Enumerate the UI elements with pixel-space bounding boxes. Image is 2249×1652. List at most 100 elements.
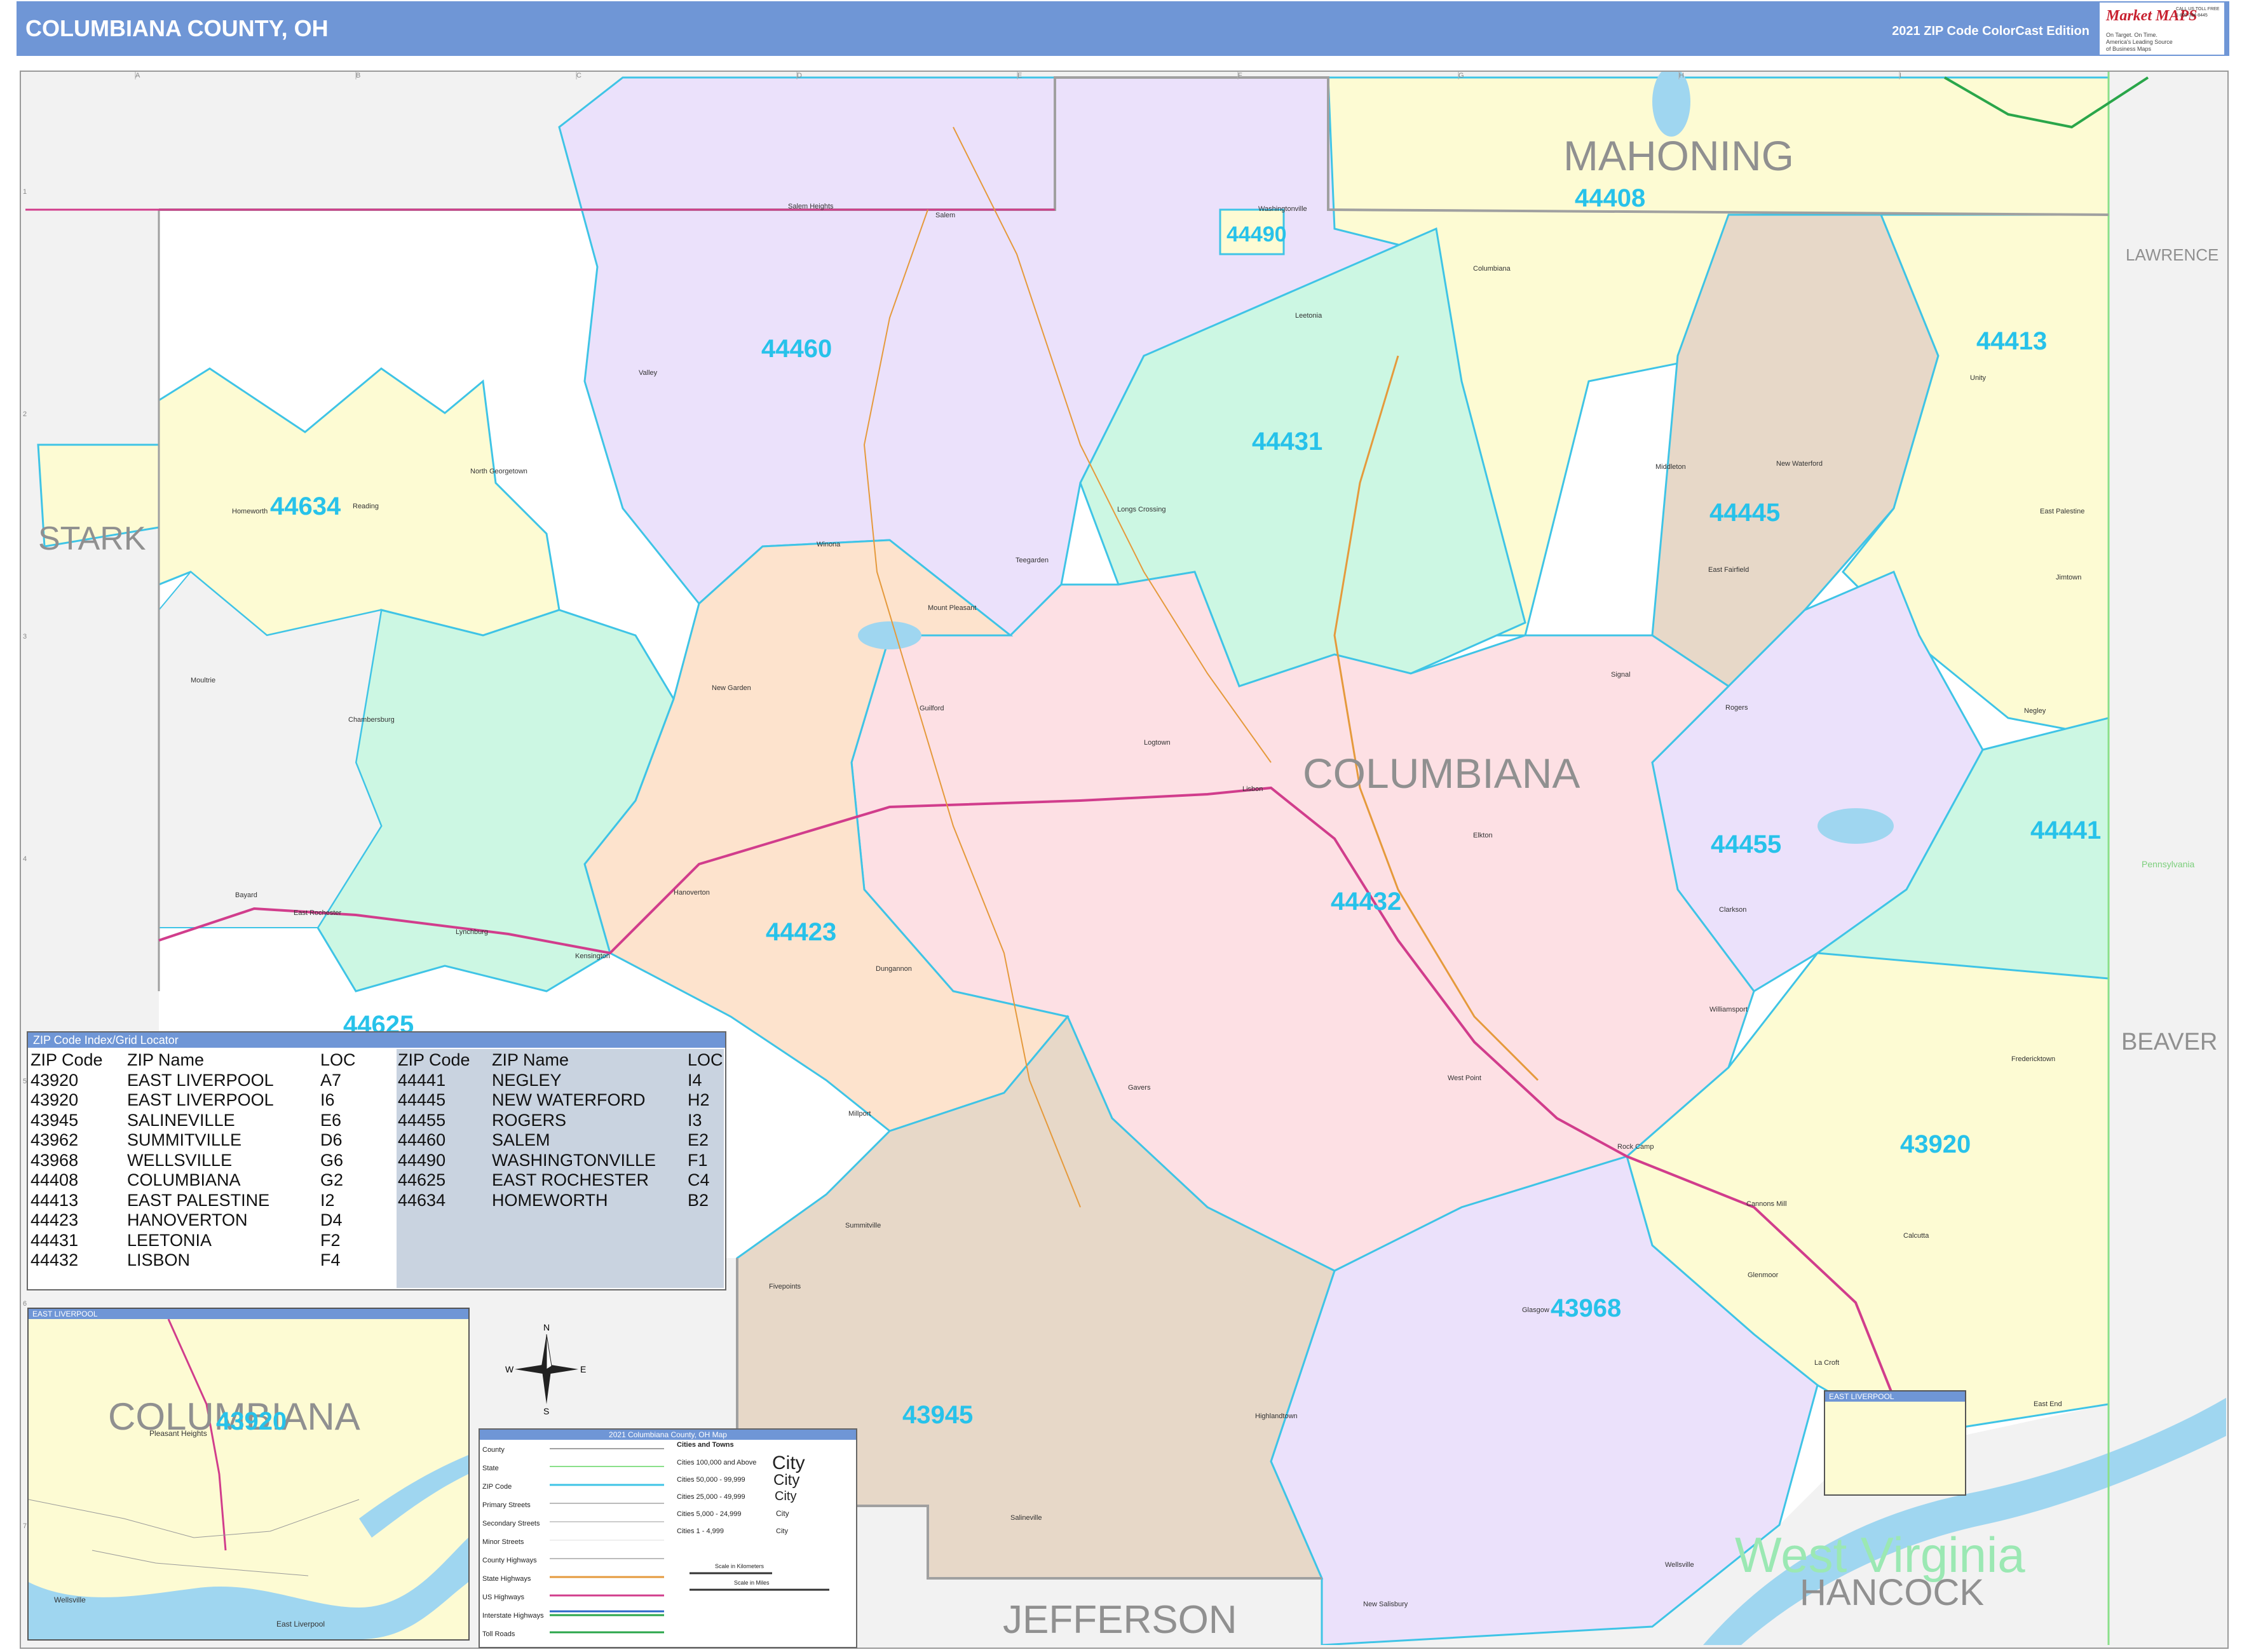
table-row: 43968 WELLSVILLE G6 bbox=[31, 1149, 395, 1170]
town-label-salem-heights: Salem Heights bbox=[788, 203, 834, 210]
town-label-kensington: Kensington bbox=[575, 952, 610, 960]
town-label-cannons-mill: Cannons Mill bbox=[1746, 1200, 1787, 1208]
inset-map-graphic: COLUMBIANA 43920 Pleasant Heights East L… bbox=[29, 1318, 468, 1639]
town-label-salem: Salem bbox=[935, 212, 955, 219]
town-label-lisbon: Lisbon bbox=[1242, 785, 1263, 793]
zip-cell: 44455 bbox=[398, 1110, 446, 1130]
zip-cell: 43920 bbox=[31, 1090, 79, 1109]
loc-cell: E6 bbox=[320, 1110, 342, 1130]
grid-col-h: H bbox=[1679, 72, 1684, 79]
inset-town-pleasant-heights: Pleasant Heights bbox=[149, 1429, 207, 1438]
name-cell: NEW WATERFORD bbox=[492, 1090, 646, 1109]
table-row: 43920 EAST LIVERPOOL I6 bbox=[31, 1089, 395, 1109]
legend-cities-heading: Cities and Towns bbox=[677, 1441, 734, 1449]
table-row: 44432 LISBON F4 bbox=[31, 1249, 395, 1269]
loc-cell: F2 bbox=[320, 1230, 341, 1250]
compass-e: E bbox=[580, 1364, 586, 1374]
zip-label-44413: 44413 bbox=[1976, 327, 2047, 355]
loc-cell: D4 bbox=[320, 1210, 343, 1229]
loc-cell: B2 bbox=[688, 1190, 709, 1210]
legend-city-sample-2: City bbox=[773, 1472, 800, 1489]
grid-row-6: 6 bbox=[23, 1300, 27, 1308]
name-cell: WASHINGTONVILLE bbox=[492, 1150, 656, 1170]
table-row: 44431 LEETONIA F2 bbox=[31, 1229, 395, 1250]
col-header-zip: ZIP Code bbox=[398, 1050, 470, 1069]
name-cell: SALEM bbox=[492, 1130, 550, 1149]
grid-col-i: I bbox=[1899, 72, 1901, 79]
name-cell: HANOVERTON bbox=[127, 1210, 248, 1229]
zip-index-title: ZIP Code Index/Grid Locator bbox=[28, 1032, 725, 1048]
name-cell: LEETONIA bbox=[127, 1230, 212, 1250]
zip-cell: 44625 bbox=[398, 1170, 446, 1189]
legend-state-highways: State Highways bbox=[482, 1575, 531, 1583]
town-label-millport: Millport bbox=[848, 1110, 871, 1118]
zip-index-table: ZIP Code Index/Grid Locator ZIP Code ZIP… bbox=[27, 1031, 726, 1290]
town-label-columbiana: Columbiana bbox=[1473, 265, 1511, 273]
loc-cell: C4 bbox=[688, 1170, 710, 1189]
town-label-glenmoor: Glenmoor bbox=[1748, 1271, 1779, 1279]
county-label-lawrence: LAWRENCE bbox=[2126, 245, 2218, 264]
table-row: 43920 EAST LIVERPOOL A7 bbox=[31, 1069, 395, 1090]
zip-label-44423: 44423 bbox=[766, 918, 836, 946]
legend-title: 2021 Columbiana County, OH Map bbox=[480, 1430, 856, 1440]
town-label-mount-pleasant: Mount Pleasant bbox=[928, 604, 976, 612]
name-cell: EAST LIVERPOOL bbox=[127, 1070, 274, 1090]
zip-label-44455: 44455 bbox=[1711, 830, 1781, 858]
legend-scale-km: Scale in Kilometers bbox=[715, 1563, 764, 1569]
legend-toll-roads: Toll Roads bbox=[482, 1630, 515, 1638]
table-row: 44634 HOMEWORTH B2 bbox=[397, 1189, 724, 1210]
table-row: 44625 EAST ROCHESTER C4 bbox=[397, 1169, 724, 1189]
town-label-reading: Reading bbox=[353, 503, 379, 510]
zip-cell: 44431 bbox=[31, 1230, 79, 1250]
grid-col-d: D bbox=[797, 72, 802, 79]
town-label-calcutta: Calcutta bbox=[1903, 1232, 1929, 1240]
town-label-bayard: Bayard bbox=[235, 891, 257, 899]
town-label-unity: Unity bbox=[1970, 374, 1987, 382]
town-label-williamsport: Williamsport bbox=[1709, 1006, 1748, 1013]
zip-index-right-column: ZIP Code ZIP Name LOC 44441 NEGLEY I4 4444… bbox=[397, 1049, 724, 1288]
county-label-mahoning: MAHONING bbox=[1563, 132, 1794, 179]
inset-town-wellsville: Wellsville bbox=[54, 1595, 86, 1604]
legend-city-class-1: Cities 100,000 and Above bbox=[677, 1459, 757, 1466]
town-label-guilford: Guilford bbox=[920, 705, 944, 712]
town-label-hanoverton: Hanoverton bbox=[674, 889, 710, 897]
town-label-east-palestine: East Palestine bbox=[2040, 508, 2084, 515]
name-cell: COLUMBIANA bbox=[127, 1170, 241, 1189]
county-label-jefferson: JEFFERSON bbox=[1003, 1598, 1237, 1642]
loc-cell: I3 bbox=[688, 1110, 702, 1130]
loc-cell: E2 bbox=[688, 1130, 709, 1149]
lake-north bbox=[1652, 72, 1690, 137]
zip-index-header: ZIP Code ZIP Name LOC bbox=[31, 1049, 395, 1069]
town-label-homeworth: Homeworth bbox=[232, 508, 268, 515]
zip-cell: 44445 bbox=[398, 1090, 446, 1109]
town-label-new-salisbury: New Salisbury bbox=[1363, 1601, 1408, 1608]
grid-row-3: 3 bbox=[23, 633, 27, 640]
inset-map-east-liverpool: EAST LIVERPOOL COLUMBIANA 43920 Pleasant… bbox=[27, 1308, 470, 1641]
county-label-stark: STARK bbox=[38, 520, 146, 557]
zip-cell: 44432 bbox=[31, 1250, 79, 1269]
town-label-east-end: East End bbox=[2034, 1400, 2062, 1408]
table-row: 44423 HANOVERTON D4 bbox=[31, 1209, 395, 1229]
town-label-wellsville: Wellsville bbox=[1665, 1561, 1694, 1569]
zip-label-44441: 44441 bbox=[2030, 816, 2101, 844]
lake-rogers bbox=[1818, 808, 1894, 844]
loc-cell: G2 bbox=[320, 1170, 344, 1189]
town-label-teegarden: Teegarden bbox=[1016, 557, 1049, 564]
town-label-washingtonville: Washingtonville bbox=[1258, 205, 1307, 213]
zip-cell: 44408 bbox=[31, 1170, 79, 1189]
town-label-summitville: Summitville bbox=[845, 1222, 881, 1229]
zip-label-44490: 44490 bbox=[1226, 222, 1287, 247]
town-label-glasgow: Glasgow bbox=[1522, 1306, 1549, 1314]
col-header-name: ZIP Name bbox=[127, 1050, 205, 1069]
legend-city-sample-3: City bbox=[775, 1489, 797, 1503]
town-label-negley: Negley bbox=[2024, 707, 2046, 715]
grid-row-7: 7 bbox=[23, 1522, 27, 1530]
county-label-columbiana: COLUMBIANA bbox=[1303, 750, 1580, 797]
legend-city-sample-1: City bbox=[772, 1452, 805, 1473]
name-cell: NEGLEY bbox=[492, 1070, 562, 1090]
inset-locator-title: EAST LIVERPOOL bbox=[1825, 1391, 1965, 1402]
legend-city-class-5: Cities 1 - 4,999 bbox=[677, 1527, 724, 1535]
name-cell: WELLSVILLE bbox=[127, 1150, 233, 1170]
legend-city-class-2: Cities 50,000 - 99,999 bbox=[677, 1476, 745, 1484]
table-row: 44490 WASHINGTONVILLE F1 bbox=[397, 1149, 724, 1170]
